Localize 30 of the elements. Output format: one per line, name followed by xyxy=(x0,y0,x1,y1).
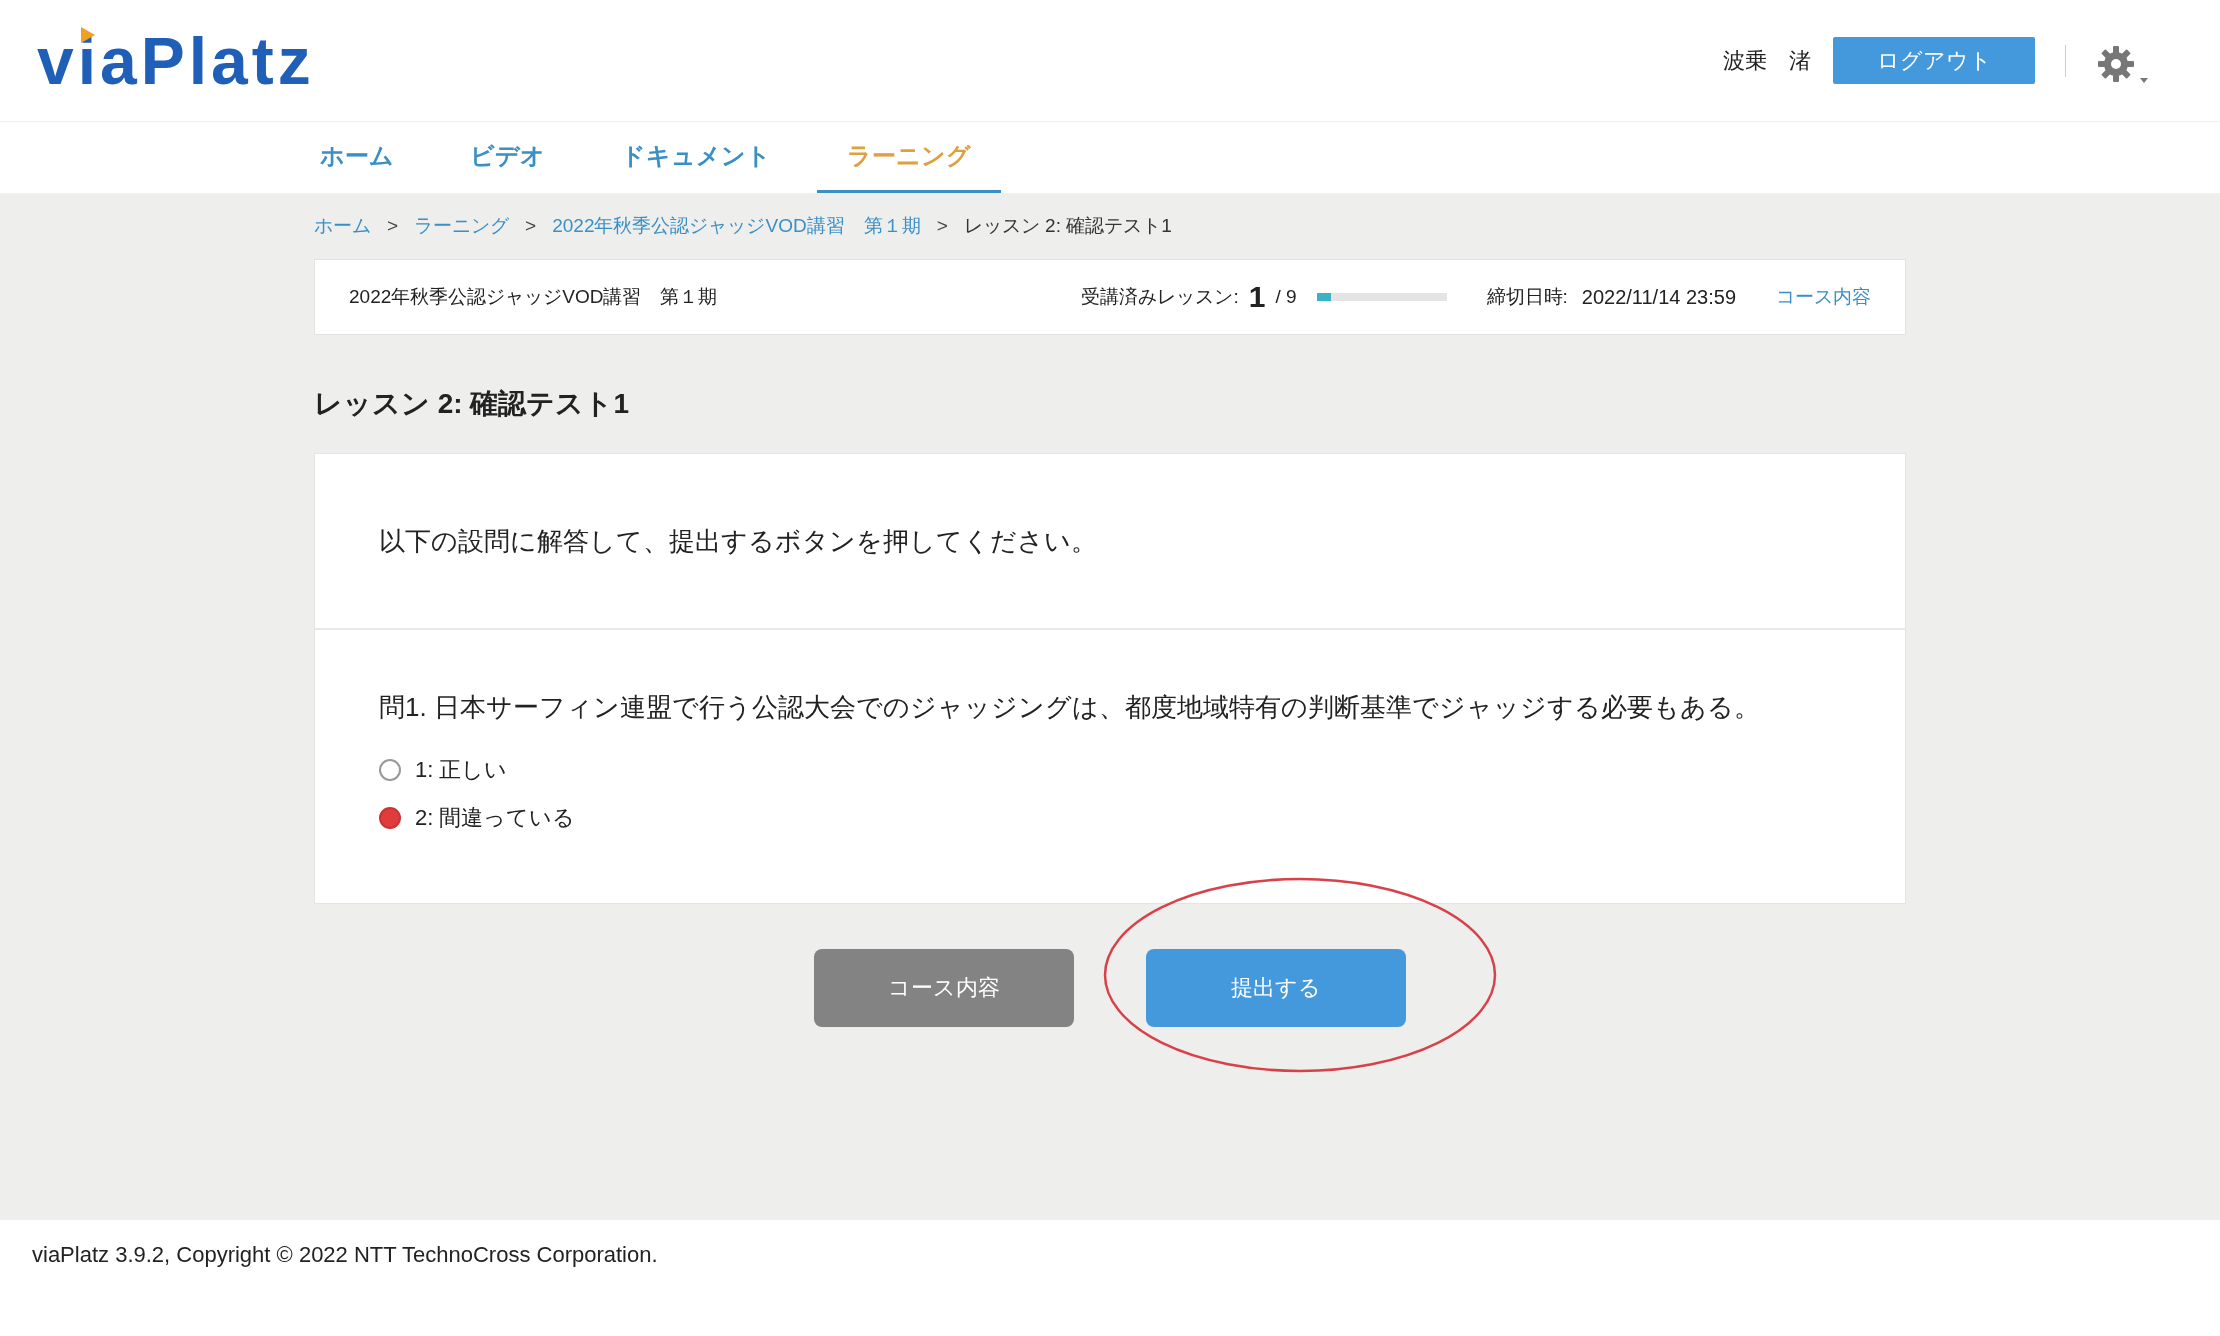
question-text: 問1. 日本サーフィン連盟で行う公認大会でのジャッジングは、都度地域特有の判断基準でジャッジする必要もある。 xyxy=(379,691,1761,724)
breadcrumb-separator: > xyxy=(387,215,399,237)
radio-button[interactable] xyxy=(379,759,401,781)
nav-tab[interactable]: ビデオ xyxy=(440,122,575,193)
copyright-text: viaPlatz 3.9.2, Copyright © 2022 NTT TechnoCross Corporation. xyxy=(32,1242,658,1267)
submit-button[interactable]: 提出する xyxy=(1146,949,1406,1027)
lesson-title: レッスン 2: 確認テスト1 xyxy=(314,387,631,421)
option-label: 1: 正しい xyxy=(415,756,508,784)
course-contents-button[interactable]: コース内容 xyxy=(814,949,1074,1027)
nav-tab[interactable]: ドキュメント xyxy=(591,122,801,193)
course-name: 2022年秋季公認ジャッジVOD講習 第１期 xyxy=(349,285,719,309)
deadline-label: 締切日時: xyxy=(1486,285,1568,309)
breadcrumb-link[interactable]: ラーニング xyxy=(414,213,510,239)
breadcrumb-separator: > xyxy=(525,215,537,237)
nav-tab[interactable]: ホーム xyxy=(290,122,424,193)
completed-count: 1 xyxy=(1248,280,1266,314)
breadcrumb-link[interactable]: 2022年秋季公認ジャッジVOD講習 第１期 xyxy=(552,213,921,239)
instructions-text: 以下の設問に解答して、提出するボタンを押してください。 xyxy=(379,524,1097,558)
progress-label: 受講済みレッスン: xyxy=(1081,285,1239,309)
course-contents-link[interactable]: コース内容 xyxy=(1776,284,1871,310)
total-count: / 9 xyxy=(1275,286,1297,308)
option-label: 2: 間違っている xyxy=(415,804,576,832)
user-name: 波乗 渚 xyxy=(1723,46,1811,75)
logout-button[interactable]: ログアウト xyxy=(1833,37,2035,84)
logo: viaPlatz xyxy=(37,22,315,99)
deadline-value: 2022/11/14 23:59 xyxy=(1581,285,1736,309)
breadcrumb-link[interactable]: ホーム xyxy=(314,213,371,239)
breadcrumb-current: レッスン 2: 確認テスト1 xyxy=(963,214,1172,238)
breadcrumb-separator: > xyxy=(936,215,948,237)
radio-button[interactable] xyxy=(379,807,401,829)
